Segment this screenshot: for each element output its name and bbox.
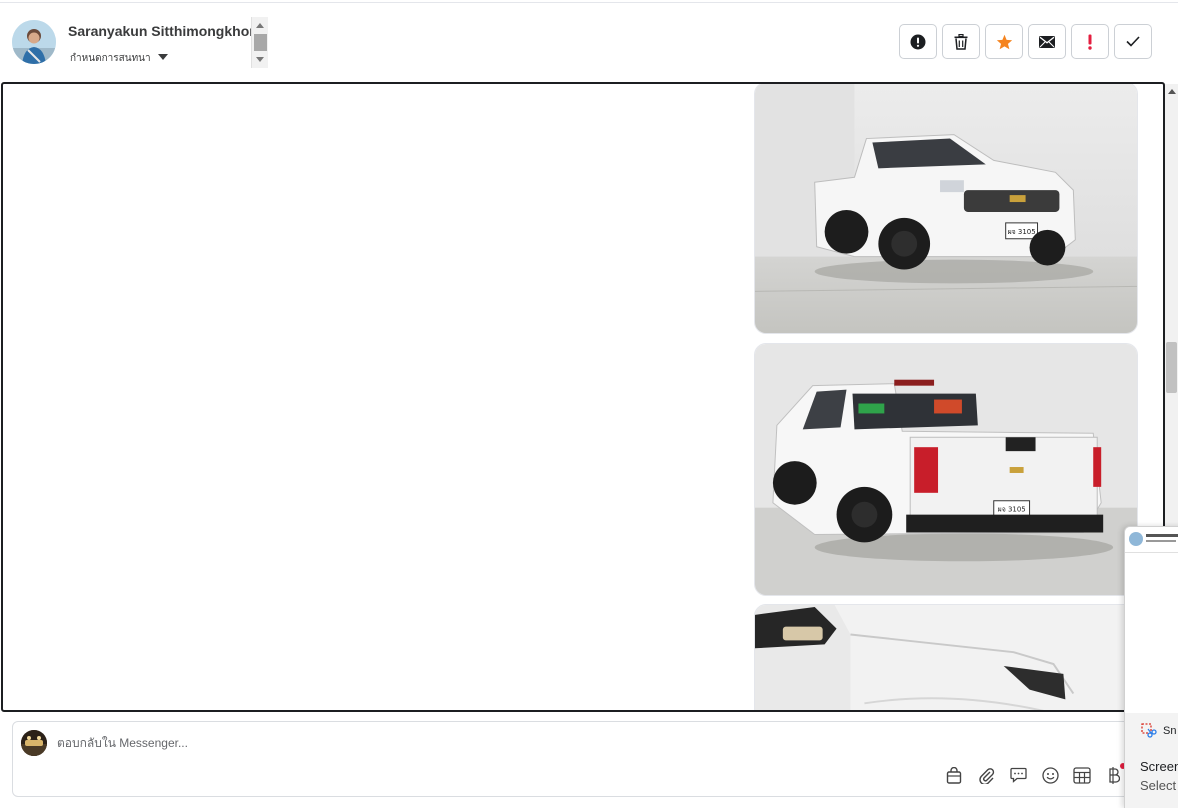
assign-conversation-label[interactable]: กำหนดการสนทนา: [70, 51, 151, 66]
emoji-icon[interactable]: [1041, 766, 1059, 784]
exclamation-circle-icon: [910, 34, 926, 49]
saved-reply-icon[interactable]: [1009, 766, 1027, 784]
check-icon: [1126, 36, 1140, 47]
caret-down-icon[interactable]: [158, 54, 168, 60]
name-scrollbar[interactable]: [251, 17, 268, 68]
scroll-down-arrow-icon[interactable]: [256, 57, 264, 62]
snip-app-header: Sn: [1141, 723, 1176, 739]
snip-app-name: Sn: [1163, 725, 1177, 737]
preview-line: [1146, 534, 1178, 537]
scroll-up-arrow-icon[interactable]: [256, 23, 264, 28]
follow-up-button[interactable]: [1071, 24, 1109, 59]
license-plate-front: ผจ 3105: [1008, 228, 1036, 236]
conversation-actions: [899, 24, 1152, 59]
photo-truck-rear[interactable]: ผจ 3105: [754, 343, 1138, 596]
trash-icon: [954, 33, 968, 50]
thread-scroll-thumb[interactable]: [1166, 342, 1177, 393]
contact-avatar[interactable]: [12, 20, 56, 64]
reply-composer: [12, 721, 1178, 797]
license-plate-rear: ผจ 3105: [998, 506, 1026, 514]
photo-truck-side[interactable]: [754, 604, 1138, 710]
photo-truck-front[interactable]: ผจ 3105: [754, 84, 1138, 334]
spam-button[interactable]: [899, 24, 937, 59]
scroll-thumb[interactable]: [254, 34, 267, 51]
inbox-conversation-page: Saranyakun Sitthimongkhon กำหนดการสนทนา: [0, 0, 1178, 808]
page-avatar: [21, 730, 47, 756]
preview-avatar: [1129, 532, 1143, 546]
snip-preview-thumbnail[interactable]: [1125, 527, 1178, 553]
message-thread[interactable]: ผจ 3105 ผจ 3105: [1, 82, 1165, 712]
mark-done-button[interactable]: [1114, 24, 1152, 59]
snip-preview-body: [1125, 553, 1178, 713]
contact-name[interactable]: Saranyakun Sitthimongkhon: [68, 23, 258, 39]
preview-line: [1146, 540, 1176, 542]
delete-button[interactable]: [942, 24, 980, 59]
paperclip-icon[interactable]: [977, 766, 995, 784]
snipping-tool-icon: [1141, 723, 1157, 738]
snip-title: Screen: [1140, 759, 1178, 774]
baht-icon[interactable]: [1105, 763, 1126, 784]
exclamation-icon: [1088, 34, 1092, 50]
shopping-bag-icon[interactable]: [945, 766, 963, 784]
star-icon: [996, 34, 1012, 49]
mark-unread-button[interactable]: [1028, 24, 1066, 59]
reply-input[interactable]: [57, 736, 657, 750]
snip-notification[interactable]: Sn Screen Select: [1124, 526, 1178, 808]
snip-subtitle: Select: [1140, 778, 1177, 793]
scroll-up-arrow-icon[interactable]: [1168, 89, 1176, 94]
conversation-header: Saranyakun Sitthimongkhon กำหนดการสนทนา: [0, 3, 1178, 81]
table-icon[interactable]: [1073, 766, 1091, 784]
star-button[interactable]: [985, 24, 1023, 59]
composer-toolbar: [945, 763, 1126, 784]
envelope-icon: [1039, 35, 1055, 48]
